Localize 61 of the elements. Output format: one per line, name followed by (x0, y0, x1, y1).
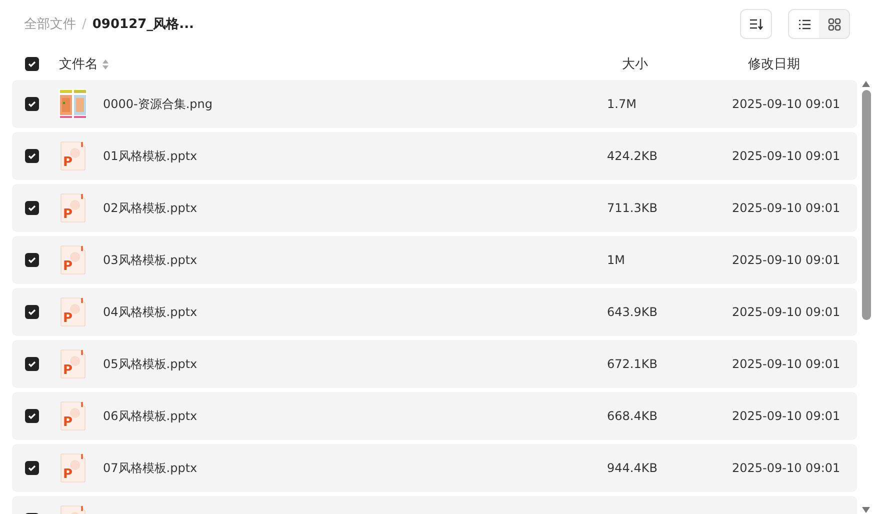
sort-icon (749, 18, 763, 30)
modified-date: 2025-09-10 09:01 (732, 149, 840, 163)
list-view-button[interactable] (789, 10, 819, 38)
file-row[interactable]: P 04风格模板.pptx 643.9KB 2025-09-10 09:01 (12, 288, 857, 336)
column-header: 修改日期 (748, 57, 800, 72)
grid-view-icon (828, 18, 840, 30)
file-row[interactable]: P 02风格模板.pptx 711.3KB 2025-09-10 09:01 (12, 184, 857, 232)
modified-date: 2025-09-10 09:01 (732, 97, 840, 111)
file-name[interactable]: 01风格模板.pptx (103, 148, 198, 164)
scrollbar-thumb[interactable] (862, 90, 870, 320)
file-row[interactable]: P 05风格模板.pptx 672.1KB 2025-09-10 09:01 (12, 340, 857, 388)
file-name[interactable]: 02风格模板.pptx (103, 200, 198, 216)
column-header[interactable]: 文件名 (59, 55, 98, 73)
modified-date: 2025-09-10 09:01 (732, 305, 840, 319)
checkbox[interactable] (25, 305, 39, 319)
presentation-file-icon: P (59, 453, 87, 483)
list-view-icon (798, 18, 810, 30)
file-name[interactable]: 06风格模板.pptx (103, 408, 198, 424)
checkbox[interactable] (25, 201, 39, 215)
file-size: 643.9KB (607, 305, 658, 319)
file-name[interactable]: 0000-资源合集.png (103, 96, 213, 112)
checkbox[interactable] (25, 57, 39, 71)
modified-date: 2025-09-10 09:01 (732, 357, 840, 371)
file-name[interactable]: 04风格模板.pptx (103, 304, 198, 320)
breadcrumb-separator: / (82, 16, 86, 32)
file-row[interactable]: P 07风格模板.pptx 944.4KB 2025-09-10 09:01 (12, 444, 857, 492)
scroll-up-icon[interactable] (861, 80, 871, 88)
file-size: 944.4KB (607, 461, 658, 475)
checkbox[interactable] (25, 357, 39, 371)
checkbox[interactable] (25, 97, 39, 111)
presentation-file-icon: P (59, 245, 87, 275)
breadcrumb-current: 090127_风格... (92, 16, 194, 33)
checkbox[interactable] (25, 253, 39, 267)
file-size: 1.7M (607, 97, 636, 111)
file-size: 711.3KB (607, 201, 658, 215)
file-size: 1M (607, 253, 625, 267)
file-row[interactable]: P 03风格模板.pptx 1M 2025-09-10 09:01 (12, 236, 857, 284)
scroll-down-icon[interactable] (861, 506, 871, 514)
file-row[interactable]: P 01风格模板.pptx 424.2KB 2025-09-10 09:01 (12, 132, 857, 180)
file-name[interactable]: 05风格模板.pptx (103, 356, 198, 372)
checkbox[interactable] (25, 409, 39, 423)
checkbox[interactable] (25, 149, 39, 163)
file-row[interactable]: 0000-资源合集.png 1.7M 2025-09-10 09:01 (12, 80, 857, 128)
file-name[interactable]: 07风格模板.pptx (103, 460, 198, 476)
file-size: 424.2KB (607, 149, 658, 163)
file-size: 668.4KB (607, 409, 658, 423)
column-header: 大小 (622, 57, 648, 72)
modified-date: 2025-09-10 09:01 (732, 201, 840, 215)
modified-date: 2025-09-10 09:01 (732, 253, 840, 267)
modified-date: 2025-09-10 09:01 (732, 409, 840, 423)
modified-date: 2025-09-10 09:01 (732, 461, 840, 475)
sort-button[interactable] (740, 9, 772, 39)
checkbox[interactable] (25, 461, 39, 475)
presentation-file-icon: P (59, 349, 87, 379)
presentation-file-icon: P (59, 193, 87, 223)
presentation-file-icon: P (59, 141, 87, 171)
presentation-file-icon: P (59, 297, 87, 327)
file-size: 672.1KB (607, 357, 658, 371)
file-row[interactable]: P 06风格模板.pptx 668.4KB 2025-09-10 09:01 (12, 392, 857, 440)
file-name[interactable]: 03风格模板.pptx (103, 252, 198, 268)
presentation-file-icon: P (59, 401, 87, 431)
